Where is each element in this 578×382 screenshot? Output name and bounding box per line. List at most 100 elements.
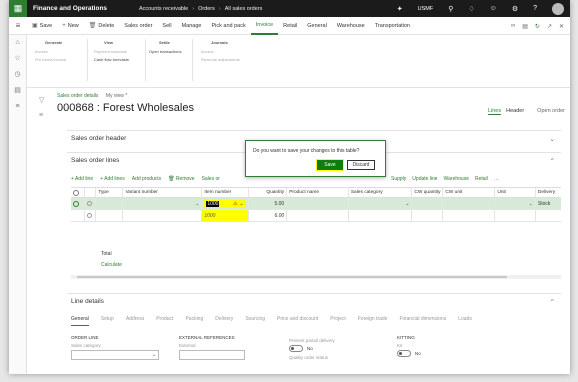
tab-delivery[interactable]: Delivery: [215, 316, 233, 326]
column-header-variant-number[interactable]: Variant number: [123, 188, 203, 197]
tab-retail[interactable]: Retail: [278, 17, 302, 35]
ribbon-item-invoice-journal[interactable]: Invoice: [201, 49, 240, 54]
filter-icon[interactable]: ▽: [39, 96, 44, 104]
form-breadcrumb[interactable]: Sales order details: [57, 93, 98, 99]
new-button[interactable]: + New: [57, 17, 84, 35]
tab-sell[interactable]: Sell: [157, 17, 176, 35]
column-header-quantity[interactable]: Quantity: [249, 188, 288, 197]
tab-general[interactable]: General: [302, 17, 332, 35]
tab-foreign-trade[interactable]: Foreign trade: [358, 316, 388, 326]
variant-number-cell[interactable]: [123, 210, 203, 221]
prevent-partial-delivery-toggle[interactable]: No: [289, 345, 335, 352]
column-header-cw-quantity[interactable]: CW quantity: [412, 188, 444, 197]
kit-toggle[interactable]: No: [397, 350, 421, 357]
search-icon[interactable]: ⚲: [448, 5, 453, 13]
select-all-checkbox[interactable]: [71, 188, 85, 197]
tab-header[interactable]: Header: [506, 108, 524, 115]
tab-price-and-discount[interactable]: Price and discount: [277, 316, 318, 326]
chevron-down-icon[interactable]: ⌄: [529, 201, 533, 207]
quantity-cell[interactable]: 5.00: [249, 198, 288, 209]
supply-menu[interactable]: Supply: [391, 176, 406, 182]
column-header-item-number[interactable]: Item number: [202, 188, 249, 197]
delete-button[interactable]: 🗑 Delete: [84, 17, 120, 35]
chevron-down-icon[interactable]: ⌄: [195, 201, 199, 207]
unit-cell[interactable]: [495, 210, 536, 221]
item-number-cell[interactable]: 1000 ⚠ ⌄: [202, 198, 249, 209]
sales-category-cell[interactable]: [349, 210, 413, 221]
row-checkbox[interactable]: [71, 198, 85, 209]
chevron-down-icon[interactable]: ⌄: [405, 201, 409, 207]
breadcrumb-item[interactable]: Accounts receivable: [139, 6, 188, 12]
tab-setup[interactable]: Setup: [101, 316, 114, 326]
dialog-save-button[interactable]: Save: [317, 160, 343, 170]
my-view-selector[interactable]: My view *: [106, 93, 127, 99]
tab-sales-order[interactable]: Sales order: [119, 17, 157, 35]
star-icon[interactable]: ☆: [9, 51, 26, 67]
item-number-cell[interactable]: 1000: [202, 210, 249, 221]
office-icon[interactable]: ▤: [522, 23, 528, 30]
product-name-cell[interactable]: [287, 198, 349, 209]
calculate-link[interactable]: Calculate: [101, 262, 122, 268]
ribbon-item-invoice[interactable]: Invoice: [35, 49, 66, 54]
list-icon[interactable]: ≡: [9, 99, 26, 115]
column-header-type[interactable]: Type: [96, 188, 124, 197]
tab-loads[interactable]: Loads: [458, 316, 472, 326]
refresh-icon[interactable]: ↻: [535, 23, 540, 30]
save-button[interactable]: ▣ Save: [27, 17, 57, 35]
cw-unit-cell[interactable]: [443, 210, 496, 221]
gear-icon[interactable]: ⚙: [512, 5, 518, 13]
chevron-down-icon[interactable]: ⌄: [239, 201, 243, 207]
cw-quantity-cell[interactable]: [412, 210, 444, 221]
tab-address[interactable]: Address: [126, 316, 144, 326]
list-pane-icon[interactable]: ≡: [39, 112, 43, 119]
table-row[interactable]: ⌄ 1000 ⚠ ⌄ 5.00 ⌄ ⌄ Stock: [71, 198, 561, 210]
column-header-delivery[interactable]: Delivery: [536, 188, 561, 197]
sales-order-line-button[interactable]: Sales or: [202, 176, 220, 182]
product-name-cell[interactable]: [287, 210, 349, 221]
unit-cell[interactable]: ⌄: [495, 198, 536, 209]
waffle-menu-icon[interactable]: ▦: [9, 0, 27, 17]
more-icon[interactable]: …: [494, 176, 499, 182]
tab-manage[interactable]: Manage: [177, 17, 207, 35]
ribbon-item-revenue-adjustments[interactable]: Revenue adjustments: [201, 57, 240, 62]
help-icon[interactable]: ?: [533, 5, 537, 12]
popout-icon[interactable]: ↗: [547, 23, 552, 30]
tab-lines[interactable]: Lines: [487, 108, 502, 115]
tab-invoice[interactable]: Invoice: [250, 17, 279, 35]
horizontal-scrollbar[interactable]: [71, 275, 561, 279]
cw-quantity-cell[interactable]: [412, 198, 444, 209]
breadcrumb-item[interactable]: All sales orders: [225, 6, 263, 12]
link-icon[interactable]: ∞: [511, 23, 515, 29]
ribbon-item-open-transactions[interactable]: Open transactions: [149, 49, 181, 54]
ribbon-item-pro-forma-invoice[interactable]: Pro forma invoice: [35, 57, 66, 62]
ribbon-item-payment-schedule[interactable]: Payment schedule: [94, 49, 129, 54]
item-number-input[interactable]: 1000: [206, 200, 220, 207]
tab-product[interactable]: Product: [156, 316, 173, 326]
update-line-menu[interactable]: Update line: [412, 176, 437, 182]
sales-category-field[interactable]: ⌄: [71, 350, 159, 360]
tab-pick-and-pack[interactable]: Pick and pack: [206, 17, 250, 35]
column-header-unit[interactable]: Unit: [495, 188, 536, 197]
close-icon[interactable]: ✕: [559, 23, 564, 30]
table-row[interactable]: 1000 6.00: [71, 210, 561, 222]
sales-category-cell[interactable]: ⌄: [349, 198, 413, 209]
column-header-cw-unit[interactable]: CW unit: [443, 188, 496, 197]
tab-general[interactable]: General: [71, 316, 89, 326]
column-header-sales-category[interactable]: Sales category: [349, 188, 413, 197]
hamburger-icon[interactable]: ≡: [9, 21, 27, 30]
tab-transportation[interactable]: Transportation: [370, 17, 415, 35]
cw-unit-cell[interactable]: [443, 198, 496, 209]
column-header-product-name[interactable]: Product name: [287, 188, 349, 197]
warehouse-menu[interactable]: Warehouse: [444, 176, 469, 182]
bell-icon[interactable]: ♢: [468, 5, 474, 13]
fasttab-line-details[interactable]: Line details ⌃: [67, 293, 561, 309]
retail-menu[interactable]: Retail: [475, 176, 488, 182]
workspace-icon[interactable]: ▤: [9, 83, 26, 99]
type-cell[interactable]: [96, 210, 124, 221]
avatar[interactable]: [552, 2, 564, 15]
home-icon[interactable]: ⌂: [9, 35, 26, 51]
tab-project[interactable]: Project: [330, 316, 346, 326]
add-products-button[interactable]: Add products: [132, 176, 161, 182]
tab-financial-dimensions[interactable]: Financial dimensions: [400, 316, 447, 326]
delivery-cell[interactable]: [536, 210, 561, 221]
